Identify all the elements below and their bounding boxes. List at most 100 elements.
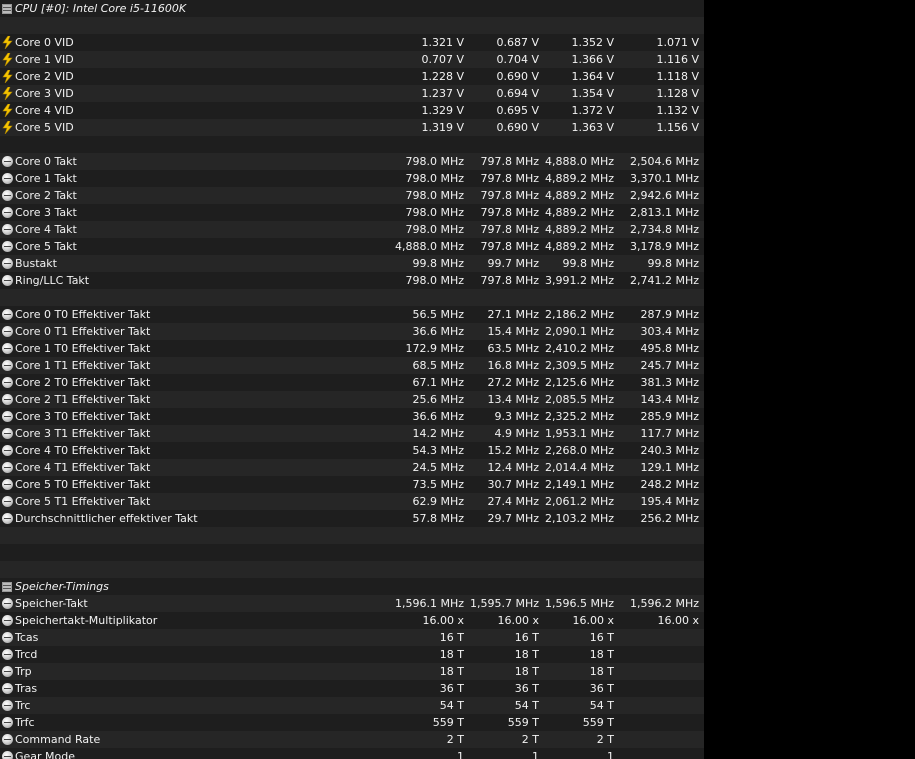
max-value: 4,889.2 MHz bbox=[545, 240, 615, 253]
sensor-row[interactable]: Ring/LLC Takt 798.0 MHz 797.8 MHz 3,991.2 M… bbox=[0, 272, 704, 289]
clock-icon bbox=[2, 156, 13, 167]
current-value: 798.0 MHz bbox=[405, 206, 464, 219]
clock-icon bbox=[2, 275, 13, 286]
average-value: 117.7 MHz bbox=[640, 427, 699, 440]
average-value: 16.00 x bbox=[657, 614, 700, 627]
current-value: 798.0 MHz bbox=[405, 155, 464, 168]
average-value: 99.8 MHz bbox=[647, 257, 699, 270]
current-value: 798.0 MHz bbox=[405, 172, 464, 185]
sensor-row[interactable]: Core 2 Takt 798.0 MHz 797.8 MHz 4,889.2 MHz… bbox=[0, 187, 704, 204]
sensor-row[interactable]: Core 3 T0 Effektiver Takt 36.6 MHz 9.3 MHz… bbox=[0, 408, 704, 425]
sensor-row[interactable]: Core 3 Takt 798.0 MHz 797.8 MHz 4,889.2 MHz… bbox=[0, 204, 704, 221]
sensor-label: Tcas bbox=[15, 631, 39, 644]
min-value: 1 bbox=[532, 750, 539, 759]
sensor-row[interactable]: Speichertakt-Multiplikator 16.00 x 16.00 x… bbox=[0, 612, 704, 629]
section-title: CPU [#0]: Intel Core i5-11600K bbox=[15, 2, 187, 15]
section-header[interactable]: CPU [#0]: Intel Core i5-11600K bbox=[0, 0, 704, 17]
average-value: 2,813.1 MHz bbox=[629, 206, 699, 219]
sensor-row[interactable]: Trcd 18 T 18 T 18 T bbox=[0, 646, 704, 663]
clock-icon bbox=[2, 411, 13, 422]
average-value bbox=[620, 629, 704, 646]
sensor-row[interactable]: Trfc 559 T 559 T 559 T bbox=[0, 714, 704, 731]
current-value: 68.5 MHz bbox=[412, 359, 464, 372]
clock-icon bbox=[2, 700, 13, 711]
sensor-label: Durchschnittlicher effektiver Takt bbox=[15, 512, 198, 525]
clock-icon bbox=[2, 649, 13, 660]
sensor-row[interactable]: Core 0 VID 1.321 V 0.687 V 1.352 V 1.071 V bbox=[0, 34, 704, 51]
sensor-label: Core 3 Takt bbox=[15, 206, 77, 219]
max-value: 1.352 V bbox=[571, 36, 614, 49]
sensor-row[interactable]: Gear Mode 1 1 1 bbox=[0, 748, 704, 759]
sensor-label: Core 1 T1 Effektiver Takt bbox=[15, 359, 151, 372]
sensor-row[interactable]: Trc 54 T 54 T 54 T bbox=[0, 697, 704, 714]
max-value: 1.372 V bbox=[571, 104, 614, 117]
current-value: 1,596.1 MHz bbox=[395, 597, 465, 610]
min-value: 559 T bbox=[507, 716, 539, 729]
sensor-row[interactable]: Core 1 Takt 798.0 MHz 797.8 MHz 4,889.2 MHz… bbox=[0, 170, 704, 187]
average-value: 1.132 V bbox=[656, 104, 699, 117]
max-value: 559 T bbox=[582, 716, 614, 729]
sensor-row[interactable]: Core 1 T1 Effektiver Takt 68.5 MHz 16.8 MH… bbox=[0, 357, 704, 374]
spacer-row bbox=[0, 289, 704, 306]
spacer-row bbox=[0, 544, 704, 561]
clock-icon bbox=[2, 190, 13, 201]
max-value: 1.363 V bbox=[571, 121, 614, 134]
sensor-row[interactable]: Tcas 16 T 16 T 16 T bbox=[0, 629, 704, 646]
sensor-label: Core 5 T0 Effektiver Takt bbox=[15, 478, 151, 491]
sensor-row[interactable]: Core 4 T1 Effektiver Takt 24.5 MHz 12.4 MH… bbox=[0, 459, 704, 476]
current-value: 36.6 MHz bbox=[412, 325, 464, 338]
sensor-row[interactable]: Core 1 VID 0.707 V 0.704 V 1.366 V 1.116 V bbox=[0, 51, 704, 68]
sensor-row[interactable]: Core 3 T1 Effektiver Takt 14.2 MHz 4.9 MHz… bbox=[0, 425, 704, 442]
average-value: 240.3 MHz bbox=[640, 444, 699, 457]
sensor-row[interactable]: Core 2 VID 1.228 V 0.690 V 1.364 V 1.118 V bbox=[0, 68, 704, 85]
sensor-label: Ring/LLC Takt bbox=[15, 274, 90, 287]
clock-icon bbox=[2, 343, 13, 354]
sensor-row[interactable]: Core 3 VID 1.237 V 0.694 V 1.354 V 1.128 V bbox=[0, 85, 704, 102]
sensor-row[interactable]: Core 0 Takt 798.0 MHz 797.8 MHz 4,888.0 MHz… bbox=[0, 153, 704, 170]
sensor-row[interactable]: Speicher-Takt 1,596.1 MHz 1,595.7 MHz 1,596… bbox=[0, 595, 704, 612]
sensor-row[interactable]: Core 4 VID 1.329 V 0.695 V 1.372 V 1.132 V bbox=[0, 102, 704, 119]
sensor-label: Core 1 T0 Effektiver Takt bbox=[15, 342, 151, 355]
average-value: 1.118 V bbox=[656, 70, 699, 83]
sensor-row[interactable]: Core 2 T0 Effektiver Takt 67.1 MHz 27.2 MH… bbox=[0, 374, 704, 391]
sensor-label: Trfc bbox=[15, 716, 35, 729]
sensor-row[interactable]: Core 0 T0 Effektiver Takt 56.5 MHz 27.1 MH… bbox=[0, 306, 704, 323]
current-value: 36 T bbox=[439, 682, 464, 695]
clock-icon bbox=[2, 632, 13, 643]
min-value: 27.1 MHz bbox=[487, 308, 539, 321]
sensor-row[interactable]: Core 5 Takt 4,888.0 MHz 797.8 MHz 4,889.2 M… bbox=[0, 238, 704, 255]
current-value: 798.0 MHz bbox=[405, 274, 464, 287]
sensor-row[interactable]: Durchschnittlicher effektiver Takt 57.8 M… bbox=[0, 510, 704, 527]
clock-icon bbox=[2, 445, 13, 456]
sensor-label: Trcd bbox=[15, 648, 38, 661]
sensor-row[interactable]: Tras 36 T 36 T 36 T bbox=[0, 680, 704, 697]
sensor-row[interactable]: Core 5 VID 1.319 V 0.690 V 1.363 V 1.156 V bbox=[0, 119, 704, 136]
sensor-row[interactable]: Bustakt 99.8 MHz 99.7 MHz 99.8 MHz 99.8 MHz bbox=[0, 255, 704, 272]
min-value: 30.7 MHz bbox=[487, 478, 539, 491]
sensor-row[interactable]: Core 4 Takt 798.0 MHz 797.8 MHz 4,889.2 MHz… bbox=[0, 221, 704, 238]
current-value: 1.237 V bbox=[421, 87, 464, 100]
sensor-row[interactable]: Core 0 T1 Effektiver Takt 36.6 MHz 15.4 MH… bbox=[0, 323, 704, 340]
current-value: 0.707 V bbox=[421, 53, 464, 66]
sensor-row[interactable]: Core 5 T1 Effektiver Takt 62.9 MHz 27.4 MH… bbox=[0, 493, 704, 510]
current-value: 36.6 MHz bbox=[412, 410, 464, 423]
average-value: 1.128 V bbox=[656, 87, 699, 100]
sensor-row[interactable]: Core 1 T0 Effektiver Takt 172.9 MHz 63.5 M… bbox=[0, 340, 704, 357]
average-value: 256.2 MHz bbox=[640, 512, 699, 525]
max-value: 99.8 MHz bbox=[562, 257, 614, 270]
current-value: 62.9 MHz bbox=[412, 495, 464, 508]
sensor-row[interactable]: Trp 18 T 18 T 18 T bbox=[0, 663, 704, 680]
min-value: 27.2 MHz bbox=[487, 376, 539, 389]
section-header[interactable]: Speicher-Timings bbox=[0, 578, 704, 595]
sensor-row[interactable]: Core 5 T0 Effektiver Takt 73.5 MHz 30.7 MH… bbox=[0, 476, 704, 493]
sensor-label: Gear Mode bbox=[15, 750, 76, 759]
clock-icon bbox=[2, 241, 13, 252]
sensor-row[interactable]: Command Rate 2 T 2 T 2 T bbox=[0, 731, 704, 748]
sensor-row[interactable]: Core 2 T1 Effektiver Takt 25.6 MHz 13.4 MH… bbox=[0, 391, 704, 408]
max-value: 2,325.2 MHz bbox=[545, 410, 615, 423]
max-value: 2,149.1 MHz bbox=[545, 478, 615, 491]
sensor-row[interactable]: Core 4 T0 Effektiver Takt 54.3 MHz 15.2 MH… bbox=[0, 442, 704, 459]
sensor-label: Core 5 VID bbox=[15, 121, 74, 134]
min-value: 15.2 MHz bbox=[487, 444, 539, 457]
clock-icon bbox=[2, 462, 13, 473]
